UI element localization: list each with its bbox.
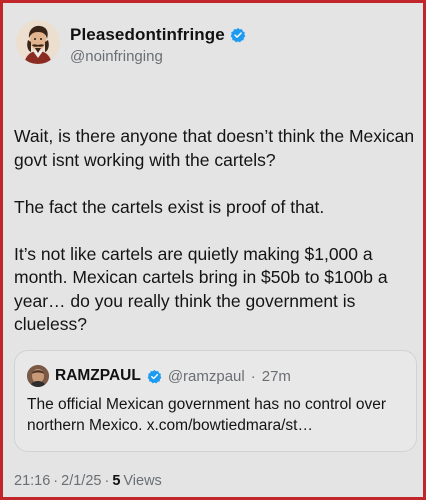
separator-dot: · [53, 473, 59, 489]
tweet-paragraph: It’s not like cartels are quietly making… [14, 243, 388, 335]
quoted-author-portrait-image [27, 365, 49, 387]
tweet-meta: 21:16 · 2/1/25 · 5 Views [14, 473, 162, 489]
tweet-date[interactable]: 2/1/25 [61, 473, 101, 489]
verified-badge-icon [230, 28, 246, 43]
separator-dot: · [104, 473, 110, 489]
tweet-text: Wait, is there anyone that doesn’t think… [14, 125, 418, 337]
author-avatar[interactable] [16, 20, 60, 64]
quoted-author-avatar[interactable] [27, 365, 49, 387]
quoted-tweet-header: RAMZPAUL @ramzpaul · 27m [27, 365, 291, 387]
author-portrait-image [16, 20, 60, 64]
tweet-time[interactable]: 21:16 [14, 473, 50, 489]
quoted-tweet-text: The official Mexican government has no c… [27, 396, 386, 434]
views-count[interactable]: 5 [112, 473, 120, 489]
quoted-author-display-name[interactable]: RAMZPAUL [55, 367, 141, 385]
verified-badge-icon [147, 369, 162, 383]
author-name-row: Pleasedontinfringe [70, 25, 246, 45]
tweet-paragraph: The fact the cartels exist is proof of t… [14, 196, 325, 217]
author-handle[interactable]: @noinfringing [70, 48, 163, 65]
tweet-paragraph: Wait, is there anyone that doesn’t think… [14, 126, 415, 170]
quoted-tweet-card[interactable]: RAMZPAUL @ramzpaul · 27m The official Me… [14, 350, 417, 452]
quoted-tweet-timestamp[interactable]: 27m [262, 368, 291, 385]
tweet-screenshot: Pleasedontinfringe @noinfringing Wait, i… [0, 0, 426, 500]
separator-dot: · [250, 367, 256, 385]
quoted-author-handle[interactable]: @ramzpaul [168, 368, 245, 385]
author-display-name[interactable]: Pleasedontinfringe [70, 25, 225, 45]
views-label: Views [123, 473, 162, 489]
